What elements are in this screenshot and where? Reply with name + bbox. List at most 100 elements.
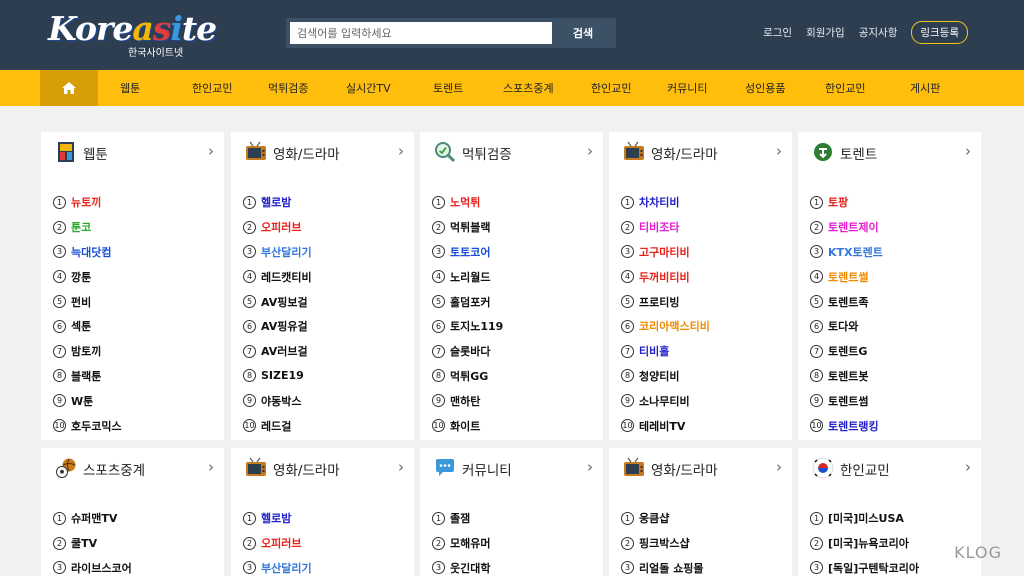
site-list-item[interactable]: 2 핑크박스샵 bbox=[621, 531, 704, 556]
link-register-button[interactable]: 링크등록 bbox=[911, 20, 968, 44]
site-link[interactable]: 슈퍼맨TV bbox=[71, 510, 117, 526]
site-link[interactable]: 프로티빙 bbox=[639, 294, 679, 310]
site-list-item[interactable]: 6 토다와 bbox=[810, 314, 883, 339]
site-list-item[interactable]: 8 먹튀GG bbox=[432, 364, 503, 389]
card-header[interactable]: 스포츠중계 › bbox=[41, 448, 224, 488]
card-header[interactable]: 토렌트 › bbox=[798, 132, 981, 172]
site-link[interactable]: 고구마티비 bbox=[639, 244, 690, 260]
site-list-item[interactable]: 2 쿨TV bbox=[53, 531, 132, 556]
site-link[interactable]: [미국]미스USA bbox=[828, 510, 904, 526]
site-list-item[interactable]: 5 AV핑보걸 bbox=[243, 289, 312, 314]
site-link[interactable]: 화이트 bbox=[450, 418, 480, 434]
nav-item[interactable]: 한인교민 bbox=[591, 70, 631, 106]
site-list-item[interactable]: 1 노먹튀 bbox=[432, 190, 503, 215]
nav-home-button[interactable] bbox=[40, 70, 98, 106]
site-list-item[interactable]: 2 오피러브 bbox=[243, 215, 312, 240]
site-link[interactable]: 토다와 bbox=[828, 318, 858, 334]
site-link[interactable]: 노먹튀 bbox=[450, 194, 480, 210]
site-link[interactable]: 코리아맥스티비 bbox=[639, 318, 710, 334]
site-list-item[interactable]: 3 리얼돌 쇼핑몰 bbox=[621, 556, 704, 576]
nav-item[interactable]: 실시간TV bbox=[346, 70, 391, 106]
site-list-item[interactable]: 9 맨하탄 bbox=[432, 388, 503, 413]
site-list-item[interactable]: 9 토렌트썸 bbox=[810, 388, 883, 413]
site-link[interactable]: 토토코어 bbox=[450, 244, 490, 260]
site-list-item[interactable]: 1 헬로밤 bbox=[243, 506, 312, 531]
nav-item[interactable]: 스포츠중계 bbox=[503, 70, 554, 106]
site-link[interactable]: 토팡 bbox=[828, 194, 848, 210]
site-link[interactable]: W툰 bbox=[71, 393, 93, 409]
site-list-item[interactable]: 10 토렌트랭킹 bbox=[810, 413, 883, 438]
chevron-right-icon[interactable]: › bbox=[776, 142, 782, 160]
site-list-item[interactable]: 6 코리아맥스티비 bbox=[621, 314, 710, 339]
site-list-item[interactable]: 5 펀비 bbox=[53, 289, 122, 314]
site-link[interactable]: SIZE19 bbox=[261, 369, 304, 382]
site-link[interactable]: 토렌트썸 bbox=[828, 393, 868, 409]
site-link[interactable]: KTX토렌트 bbox=[828, 244, 883, 260]
nav-item[interactable]: 게시판 bbox=[910, 70, 940, 106]
site-list-item[interactable]: 7 슬롯바다 bbox=[432, 339, 503, 364]
site-link[interactable]: 차차티비 bbox=[639, 194, 679, 210]
site-link[interactable]: 오피러브 bbox=[261, 219, 301, 235]
site-list-item[interactable]: 1 뉴토끼 bbox=[53, 190, 122, 215]
site-link[interactable]: 테레비TV bbox=[639, 418, 685, 434]
chevron-right-icon[interactable]: › bbox=[965, 458, 971, 476]
site-list-item[interactable]: 4 토렌트썰 bbox=[810, 264, 883, 289]
site-list-item[interactable]: 7 티비홀 bbox=[621, 339, 710, 364]
site-list-item[interactable]: 3 늑대닷컴 bbox=[53, 240, 122, 265]
site-list-item[interactable]: 3 부산달리기 bbox=[243, 240, 312, 265]
site-list-item[interactable]: 6 섹툰 bbox=[53, 314, 122, 339]
chevron-right-icon[interactable]: › bbox=[587, 142, 593, 160]
card-header[interactable]: 웹툰 › bbox=[41, 132, 224, 172]
nav-item[interactable]: 커뮤니티 bbox=[667, 70, 707, 106]
site-link[interactable]: 웃긴대학 bbox=[450, 560, 490, 576]
site-list-item[interactable]: 2 티비조타 bbox=[621, 215, 710, 240]
site-link[interactable]: 청양티비 bbox=[639, 368, 679, 384]
site-list-item[interactable]: 7 AV러브걸 bbox=[243, 339, 312, 364]
nav-item[interactable]: 먹튀검증 bbox=[268, 70, 308, 106]
site-link[interactable]: 레드걸 bbox=[261, 418, 291, 434]
site-list-item[interactable]: 2 [미국]뉴욕코리아 bbox=[810, 531, 919, 556]
site-link[interactable]: 헬로밤 bbox=[261, 194, 291, 210]
site-link[interactable]: 부산달리기 bbox=[261, 244, 312, 260]
site-link[interactable]: AV러브걸 bbox=[261, 343, 308, 359]
site-list-item[interactable]: 4 노리월드 bbox=[432, 264, 503, 289]
site-list-item[interactable]: 9 야동박스 bbox=[243, 388, 312, 413]
site-link[interactable]: 두꺼비티비 bbox=[639, 269, 690, 285]
site-list-item[interactable]: 10 호두코믹스 bbox=[53, 413, 122, 438]
site-link[interactable]: 웅큼샵 bbox=[639, 510, 669, 526]
site-link[interactable]: 헬로밤 bbox=[261, 510, 291, 526]
site-list-item[interactable]: 8 블랙툰 bbox=[53, 364, 122, 389]
site-link[interactable]: 펀비 bbox=[71, 294, 91, 310]
site-list-item[interactable]: 4 두꺼비티비 bbox=[621, 264, 710, 289]
site-link[interactable]: 모해유머 bbox=[450, 535, 490, 551]
site-list-item[interactable]: 10 레드걸 bbox=[243, 413, 312, 438]
site-link[interactable]: 뉴토끼 bbox=[71, 194, 101, 210]
site-logo[interactable]: Koreasite 한국사이트넷 bbox=[48, 10, 217, 60]
chevron-right-icon[interactable]: › bbox=[208, 142, 214, 160]
site-link[interactable]: 토렌트랭킹 bbox=[828, 418, 879, 434]
site-link[interactable]: 소나무티비 bbox=[639, 393, 690, 409]
site-list-item[interactable]: 1 헬로밤 bbox=[243, 190, 312, 215]
site-list-item[interactable]: 3 고구마티비 bbox=[621, 240, 710, 265]
site-link[interactable]: AV핑유걸 bbox=[261, 318, 308, 334]
site-list-item[interactable]: 3 토토코어 bbox=[432, 240, 503, 265]
site-list-item[interactable]: 5 토렌트족 bbox=[810, 289, 883, 314]
site-list-item[interactable]: 1 차차티비 bbox=[621, 190, 710, 215]
site-link[interactable]: 섹툰 bbox=[71, 318, 91, 334]
chevron-right-icon[interactable]: › bbox=[398, 458, 404, 476]
site-link[interactable]: 먹튀GG bbox=[450, 368, 488, 384]
site-link[interactable]: 토렌트썰 bbox=[828, 269, 868, 285]
site-list-item[interactable]: 1 [미국]미스USA bbox=[810, 506, 919, 531]
site-link[interactable]: 쿨TV bbox=[71, 535, 97, 551]
card-header[interactable]: 커뮤니티 › bbox=[420, 448, 603, 488]
site-list-item[interactable]: 4 깡툰 bbox=[53, 264, 122, 289]
site-link[interactable]: 오피러브 bbox=[261, 535, 301, 551]
site-link[interactable]: 블랙툰 bbox=[71, 368, 101, 384]
site-list-item[interactable]: 2 오피러브 bbox=[243, 531, 312, 556]
site-link[interactable]: 야동박스 bbox=[261, 393, 301, 409]
site-list-item[interactable]: 8 청양티비 bbox=[621, 364, 710, 389]
chevron-right-icon[interactable]: › bbox=[776, 458, 782, 476]
site-link[interactable]: [미국]뉴욕코리아 bbox=[828, 535, 909, 551]
site-link[interactable]: 리얼돌 쇼핑몰 bbox=[639, 560, 704, 576]
login-link[interactable]: 로그인 bbox=[763, 25, 792, 40]
